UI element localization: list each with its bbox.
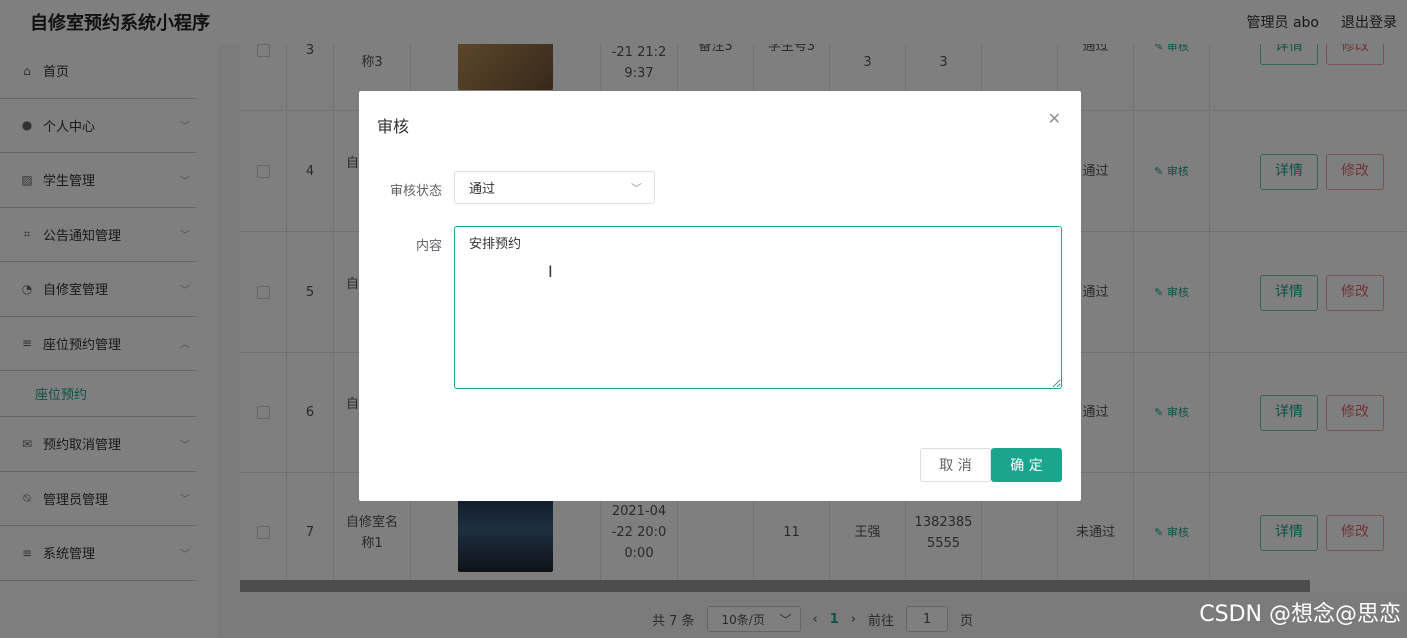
- content-label: 内容: [415, 239, 442, 254]
- close-icon[interactable]: ✕: [1048, 109, 1061, 128]
- chevron-down-icon: ﹀: [631, 181, 642, 195]
- dialog-title: 审核: [377, 117, 410, 136]
- cancel-button[interactable]: 取 消: [920, 448, 991, 482]
- audit-dialog: 审核 ✕ 审核状态 通过 ﹀ 内容 I 取 消 确 定: [359, 91, 1081, 501]
- text-cursor-icon: I: [548, 262, 553, 281]
- content-textarea[interactable]: [454, 226, 1062, 389]
- confirm-button[interactable]: 确 定: [991, 448, 1062, 482]
- status-select[interactable]: 通过 ﹀: [454, 171, 655, 204]
- status-select-value: 通过: [469, 182, 496, 197]
- status-label: 审核状态: [389, 184, 442, 199]
- watermark: CSDN @想念@思恋: [1199, 602, 1401, 627]
